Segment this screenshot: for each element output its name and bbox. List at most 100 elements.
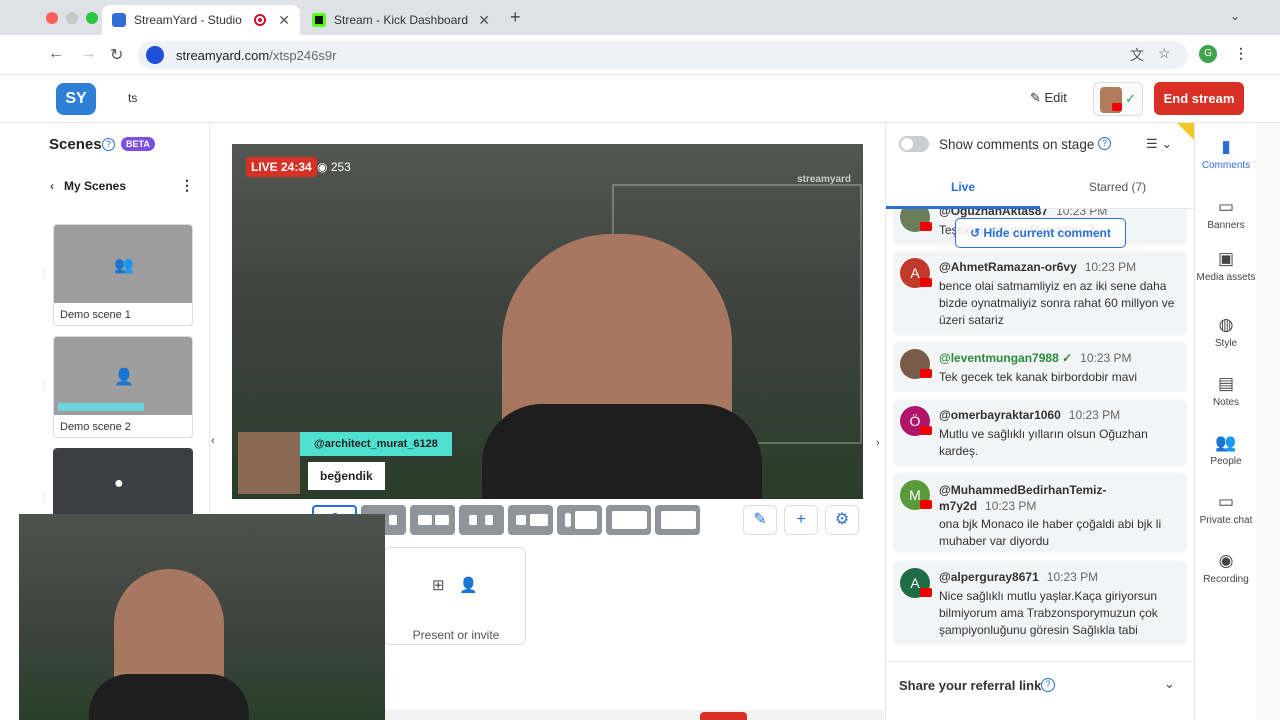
comment-username: @OguzhanAktas87	[939, 209, 1049, 218]
destination-avatar[interactable]: ✓	[1093, 82, 1143, 116]
chevron-down-icon[interactable]: ⌄	[1164, 676, 1175, 692]
url-field[interactable]: streamyard.com/xtsp246s9r	[138, 41, 1188, 69]
rail-banners[interactable]: ▭ Banners	[1195, 197, 1257, 231]
person-icon: 👤	[114, 369, 134, 386]
rail-notes[interactable]: ▤ Notes	[1195, 374, 1257, 408]
collapse-left-icon[interactable]: ‹	[211, 435, 215, 447]
show-comments-toggle[interactable]	[899, 136, 929, 152]
browser-menu-icon[interactable]: ⋮	[1234, 45, 1248, 62]
bookmark-star-icon[interactable]: ☆	[1158, 45, 1171, 62]
comment-user: @OguzhanAktas87 10:23 PM	[939, 209, 1107, 218]
recording-indicator-icon	[254, 14, 267, 26]
on-stage-comment: @architect_murat_6128 beğendik	[238, 432, 458, 494]
record-icon: ◉	[1218, 551, 1234, 570]
add-button[interactable]: +	[784, 505, 818, 535]
scene-card[interactable]: ●	[53, 448, 193, 518]
avatar-initial: Ö	[909, 413, 921, 429]
comment-time: 10:23 PM	[1046, 570, 1099, 584]
comment-item[interactable]: @leventmungan7988 ✓ 10:23 PM Tek gecek te…	[893, 342, 1187, 392]
comment-item[interactable]: M @MuhammedBedirhanTemiz-m7y2d 10:23 PM o…	[893, 473, 1187, 553]
scene-card[interactable]: 👤 Demo scene 2	[53, 336, 193, 438]
eye-icon: ◉	[317, 160, 331, 174]
comment-avatar: A	[900, 568, 932, 598]
comment-item[interactable]: A @alperguray8671 10:23 PM Nice sağlıklı …	[893, 561, 1187, 645]
layout-leader[interactable]	[459, 505, 504, 535]
end-stream-button[interactable]: End stream	[1154, 82, 1244, 115]
tab-search-icon[interactable]: ⌄	[1230, 9, 1240, 23]
reload-icon[interactable]: ↻	[110, 45, 123, 65]
rail-label: Recording	[1203, 574, 1249, 585]
profile-avatar[interactable]: G	[1199, 45, 1217, 63]
my-scenes-back[interactable]: ‹ My Scenes	[50, 179, 126, 193]
show-comments-label: Show comments on stage	[939, 137, 1095, 152]
help-icon[interactable]: ?	[1041, 678, 1055, 692]
referral-section[interactable]: Share your referral link ? ⌄	[886, 661, 1195, 709]
layout-side-by-side[interactable]	[508, 505, 553, 535]
comment-item[interactable]: Ö @omerbayraktar1060 10:23 PM Mutlu ve sa…	[893, 399, 1187, 466]
comment-avatar: A	[900, 258, 932, 288]
viewer-number: 253	[330, 160, 351, 174]
streamyard-logo[interactable]: SY	[56, 83, 96, 115]
comment-text: Nice sağlıklı mutlu yaşlar.Kaça giriyors…	[939, 589, 1158, 637]
settings-button[interactable]: ⚙	[825, 505, 859, 535]
comment-avatar: M	[900, 480, 932, 510]
filter-settings-icon[interactable]: ☰ ⌄	[1146, 136, 1172, 152]
back-icon[interactable]: ←	[48, 45, 64, 63]
close-tab-icon[interactable]: ✕	[478, 12, 490, 29]
pencil-icon: ✎	[1030, 90, 1045, 105]
site-info-icon[interactable]	[146, 46, 164, 64]
forward-icon[interactable]: →	[80, 45, 96, 63]
close-tab-icon[interactable]: ✕	[278, 12, 290, 29]
layout-screen[interactable]	[606, 505, 651, 535]
address-bar: ← → ↻ streamyard.com/xtsp246s9r 文 ☆ ⋮	[0, 35, 1280, 75]
help-icon[interactable]: ?	[1098, 137, 1111, 150]
translate-icon[interactable]: 文	[1130, 45, 1144, 65]
youtube-icon	[920, 500, 932, 509]
rail-label: Private chat	[1199, 515, 1253, 526]
referral-label: Share your referral link	[899, 678, 1042, 693]
edit-button[interactable]: ✎ Edit	[1030, 90, 1067, 106]
rail-recording[interactable]: ◉ Recording	[1195, 551, 1257, 585]
media-icon: ▣	[1217, 249, 1235, 268]
youtube-icon	[920, 369, 932, 378]
youtube-icon	[920, 426, 932, 435]
present-or-invite-button[interactable]: ⊞ 👤 Present or invite	[384, 547, 526, 645]
host-shirt	[482, 404, 762, 499]
people-icon: 👥	[1215, 433, 1237, 452]
url-path: /xtsp246s9r	[269, 47, 337, 63]
hide-current-comment-button[interactable]: ↺ Hide current comment	[955, 218, 1126, 248]
comment-avatar	[900, 349, 932, 379]
help-icon[interactable]: ?	[102, 138, 115, 151]
browser-tab-kick[interactable]: Stream - Kick Dashboard ✕	[302, 5, 500, 35]
tab-starred[interactable]: Starred (7)	[1040, 171, 1195, 209]
rail-media-assets[interactable]: ▣ Media assets	[1195, 249, 1257, 283]
browser-tab-streamyard[interactable]: StreamYard - Studio ✕	[102, 5, 300, 35]
rail-comments[interactable]: ▮ Comments	[1195, 137, 1257, 171]
new-tab-icon[interactable]: +	[510, 7, 521, 28]
rail-label: Media assets	[1196, 272, 1256, 283]
rail-style[interactable]: ◍ Style	[1195, 315, 1257, 349]
minimize-window-button[interactable]	[66, 12, 78, 24]
layout-group[interactable]	[410, 505, 455, 535]
chevron-left-icon: ‹	[50, 179, 54, 193]
edit-layout-button[interactable]: ✎	[743, 505, 777, 535]
tab-live[interactable]: Live	[886, 171, 1040, 209]
gear-icon: ⚙	[834, 511, 850, 528]
collapse-right-icon[interactable]: ›	[876, 437, 880, 449]
maximize-window-button[interactable]	[86, 12, 98, 24]
rail-private-chat[interactable]: ▭ Private chat	[1195, 492, 1257, 526]
rail-people[interactable]: 👥 People	[1195, 433, 1257, 467]
leave-button[interactable]	[700, 712, 747, 720]
comments-list: @OguzhanAktas8710:23 PM Teşekkür ederim …	[886, 209, 1195, 661]
comment-avatar: Ö	[900, 406, 932, 436]
page-scrollbar[interactable]	[1256, 123, 1280, 720]
more-options-icon[interactable]: ⋮	[180, 177, 194, 194]
comment-time: 10:23 PM	[1080, 351, 1132, 365]
scene-card[interactable]: 👥 Demo scene 1	[53, 224, 193, 326]
layout-pip[interactable]	[557, 505, 602, 535]
layout-full[interactable]	[655, 505, 700, 535]
new-feature-marker	[1177, 123, 1195, 141]
comment-item[interactable]: A @AhmetRamazan-or6vy 10:23 PM bence olai…	[893, 251, 1187, 335]
youtube-icon	[1112, 103, 1122, 111]
close-window-button[interactable]	[46, 12, 58, 24]
